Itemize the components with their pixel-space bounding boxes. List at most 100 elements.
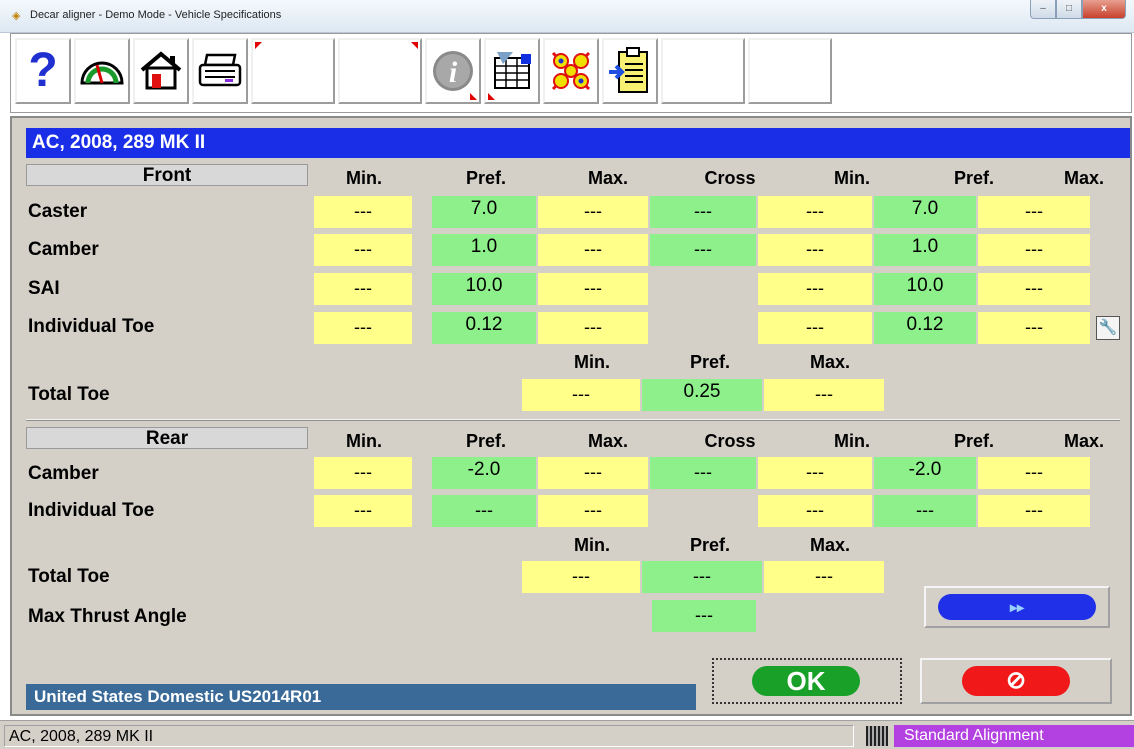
- front-individual-toe-left-pref[interactable]: 0.12: [432, 312, 536, 344]
- rear-individual-toe-left-min[interactable]: ---: [314, 495, 412, 527]
- front-total-toe-label: Total Toe: [28, 384, 110, 405]
- front-individual-toe-right-min[interactable]: ---: [758, 312, 872, 344]
- caster-right-max[interactable]: ---: [978, 196, 1090, 228]
- front-individual-toe-right-max[interactable]: ---: [978, 312, 1090, 344]
- toolbar-blank-button-3[interactable]: [661, 38, 745, 104]
- camber-right-pref[interactable]: 1.0: [874, 234, 976, 266]
- measure-button[interactable]: [74, 38, 130, 104]
- caster-right-min[interactable]: ---: [758, 196, 872, 228]
- rear-camber-cross[interactable]: ---: [650, 457, 756, 489]
- rear-right-max-header: Max.: [1063, 431, 1105, 451]
- cancel-icon: ⊘: [962, 666, 1070, 696]
- clipboard-import-icon: [609, 47, 648, 93]
- rear-camber-left-max[interactable]: ---: [538, 457, 648, 489]
- rear-right-pref-header: Pref.: [953, 431, 995, 451]
- rear-camber-right-max[interactable]: ---: [978, 457, 1090, 489]
- sai-right-min[interactable]: ---: [758, 273, 872, 305]
- front-total-toe-max-header: Max.: [809, 352, 851, 372]
- rear-camber-right-min[interactable]: ---: [758, 457, 872, 489]
- info-button[interactable]: i: [425, 38, 481, 104]
- sai-right-max[interactable]: ---: [978, 273, 1090, 305]
- rear-camber-label: Camber: [28, 463, 99, 484]
- rear-camber-right-pref[interactable]: -2.0: [874, 457, 976, 489]
- corner-marker: [470, 93, 477, 100]
- camber-right-max[interactable]: ---: [978, 234, 1090, 266]
- corner-marker: [488, 93, 495, 100]
- rear-individual-toe-right-pref[interactable]: ---: [874, 495, 976, 527]
- front-left-max-header: Max.: [587, 168, 629, 188]
- rear-individual-toe-right-max[interactable]: ---: [978, 495, 1090, 527]
- front-individual-toe-right-pref[interactable]: 0.12: [874, 312, 976, 344]
- rear-individual-toe-right-min[interactable]: ---: [758, 495, 872, 527]
- toolbar-blank-button-2[interactable]: [338, 38, 422, 104]
- rear-total-toe-max[interactable]: ---: [764, 561, 884, 593]
- rear-total-toe-pref[interactable]: ---: [642, 561, 762, 593]
- front-individual-toe-left-max[interactable]: ---: [538, 312, 648, 344]
- print-button[interactable]: [192, 38, 248, 104]
- toolbar-blank-button-4[interactable]: [748, 38, 832, 104]
- front-left-pref-header: Pref.: [465, 168, 507, 188]
- status-bar: AC, 2008, 289 MK II Standard Alignment: [0, 720, 1134, 749]
- rear-individual-toe-label: Individual Toe: [28, 500, 155, 521]
- home-button[interactable]: [133, 38, 189, 104]
- vehicle-title: AC, 2008, 289 MK II: [26, 128, 1130, 158]
- camber-cross[interactable]: ---: [650, 234, 756, 266]
- front-cross-header: Cross: [704, 168, 756, 188]
- window-title: Decar aligner - Demo Mode - Vehicle Spec…: [30, 9, 282, 21]
- svg-text:i: i: [449, 56, 458, 89]
- front-total-toe-pref[interactable]: 0.25: [642, 379, 762, 411]
- camber-label: Camber: [28, 239, 99, 260]
- rear-cross-header: Cross: [704, 431, 756, 451]
- pattern-button[interactable]: [543, 38, 599, 104]
- import-button[interactable]: [602, 38, 658, 104]
- front-right-pref-header: Pref.: [953, 168, 995, 188]
- max-thrust-angle-label: Max Thrust Angle: [28, 606, 187, 627]
- caster-cross[interactable]: ---: [650, 196, 756, 228]
- camber-left-min[interactable]: ---: [314, 234, 412, 266]
- ok-button[interactable]: OK: [712, 658, 902, 704]
- sai-left-min[interactable]: ---: [314, 273, 412, 305]
- caster-left-min[interactable]: ---: [314, 196, 412, 228]
- help-button[interactable]: ?: [15, 38, 71, 104]
- sai-left-max[interactable]: ---: [538, 273, 648, 305]
- camber-left-pref[interactable]: 1.0: [432, 234, 536, 266]
- sai-left-pref[interactable]: 10.0: [432, 273, 536, 305]
- rear-total-toe-min[interactable]: ---: [522, 561, 640, 593]
- home-icon: [140, 51, 182, 90]
- specifications-table-button[interactable]: [484, 38, 540, 104]
- toolbar-blank-button-1[interactable]: [251, 38, 335, 104]
- rear-camber-left-pref[interactable]: -2.0: [432, 457, 536, 489]
- status-mode: Standard Alignment: [894, 725, 1134, 747]
- camber-right-min[interactable]: ---: [758, 234, 872, 266]
- next-page-button[interactable]: ▸▸: [924, 586, 1110, 628]
- corner-marker: [411, 42, 418, 49]
- front-individual-toe-label: Individual Toe: [28, 316, 155, 337]
- sai-right-pref[interactable]: 10.0: [874, 273, 976, 305]
- front-total-toe-min[interactable]: ---: [522, 379, 640, 411]
- adjust-wrench-button[interactable]: 🔧: [1096, 316, 1120, 340]
- front-right-min-header: Min.: [834, 168, 870, 188]
- rear-individual-toe-left-pref[interactable]: ---: [432, 495, 536, 527]
- max-thrust-angle-value[interactable]: ---: [652, 600, 756, 632]
- minimize-button[interactable]: –: [1030, 0, 1056, 19]
- front-individual-toe-left-min[interactable]: ---: [314, 312, 412, 344]
- section-divider: [26, 419, 1120, 421]
- rear-right-min-header: Min.: [834, 431, 870, 451]
- caster-left-pref[interactable]: 7.0: [432, 196, 536, 228]
- rear-camber-left-min[interactable]: ---: [314, 457, 412, 489]
- fast-forward-icon: ▸▸: [938, 594, 1096, 620]
- caster-right-pref[interactable]: 7.0: [874, 196, 976, 228]
- close-button[interactable]: x: [1082, 0, 1126, 19]
- cancel-button[interactable]: ⊘: [920, 658, 1112, 704]
- rear-total-toe-label: Total Toe: [28, 566, 110, 587]
- rear-individual-toe-left-max[interactable]: ---: [538, 495, 648, 527]
- front-total-toe-max[interactable]: ---: [764, 379, 884, 411]
- sai-label: SAI: [28, 278, 60, 299]
- caster-left-max[interactable]: ---: [538, 196, 648, 228]
- maximize-button[interactable]: □: [1056, 0, 1082, 19]
- camber-left-max[interactable]: ---: [538, 234, 648, 266]
- rear-total-toe-max-header: Max.: [809, 535, 851, 555]
- rear-left-max-header: Max.: [587, 431, 629, 451]
- front-total-toe-min-header: Min.: [574, 352, 610, 372]
- corner-marker: [255, 42, 262, 49]
